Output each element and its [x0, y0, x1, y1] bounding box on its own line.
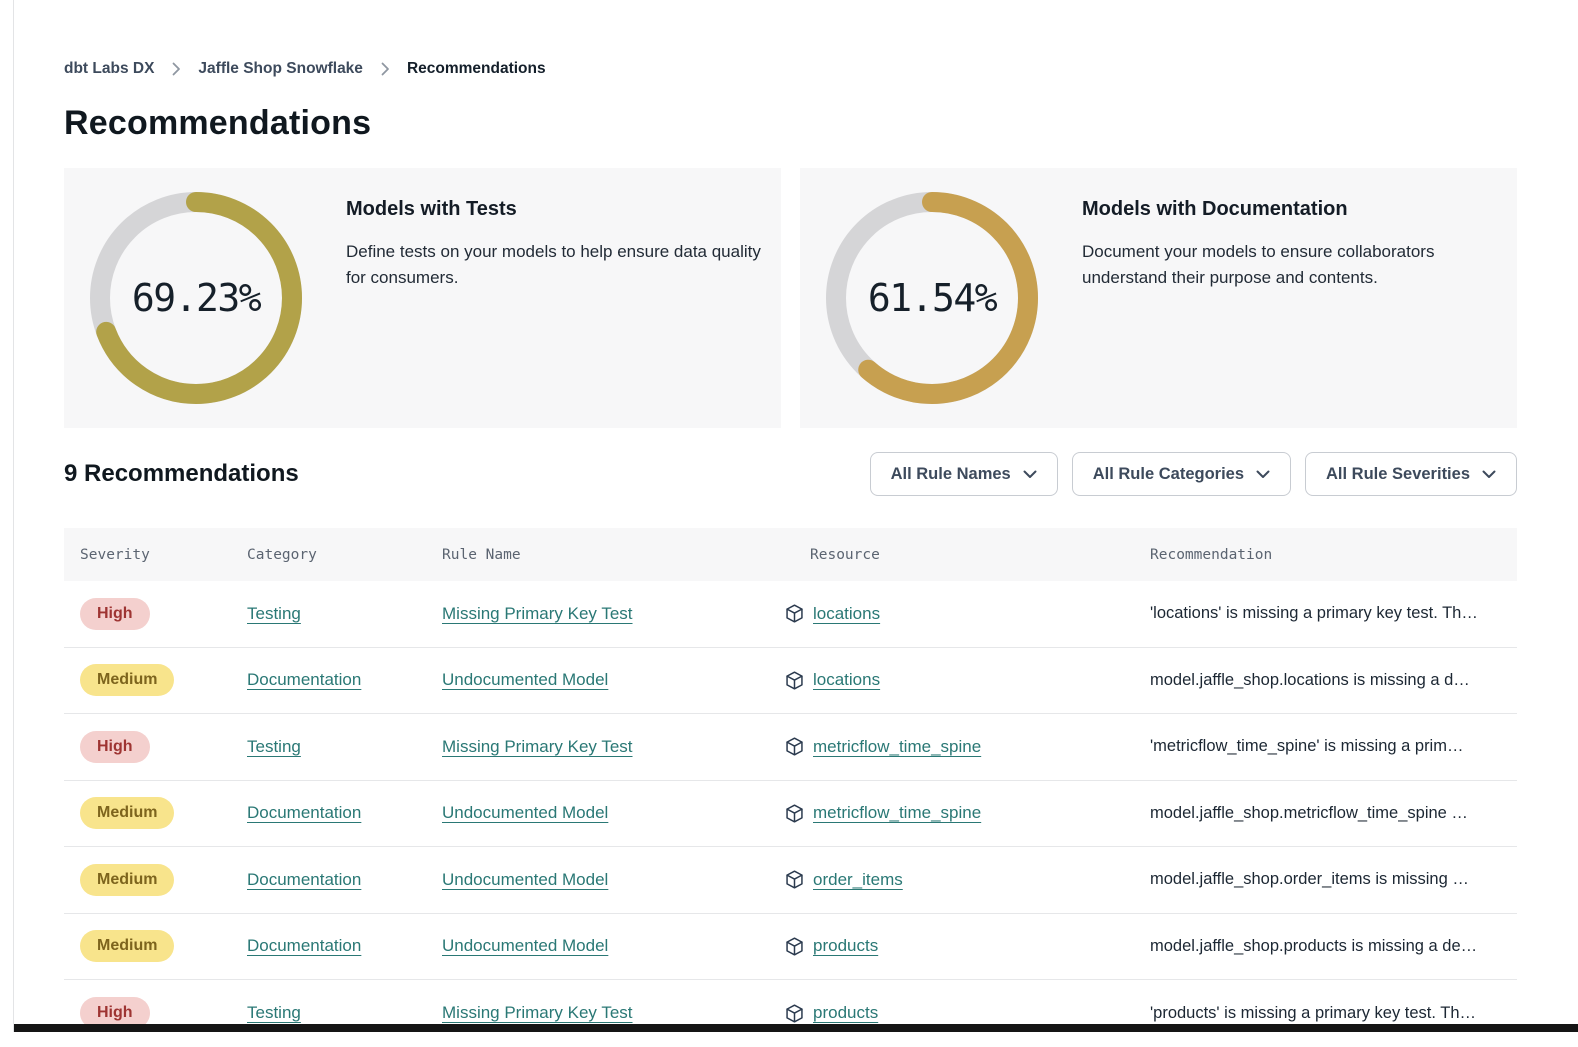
rule-name-link[interactable]: Undocumented Model	[442, 870, 608, 889]
recommendation-text: model.jaffle_shop.locations is missing a…	[1150, 671, 1470, 689]
table-row: Medium Documentation Undocumented Model …	[64, 914, 1517, 981]
resource-link[interactable]: locations	[813, 670, 880, 690]
filter-bar: All Rule Names All Rule Categories All R…	[870, 452, 1517, 496]
rule-name-link[interactable]: Undocumented Model	[442, 803, 608, 822]
table-row: Medium Documentation Undocumented Model …	[64, 648, 1517, 715]
list-header: 9 Recommendations All Rule Names All Rul…	[64, 452, 1517, 496]
category-link[interactable]: Testing	[247, 737, 301, 756]
tests-card-description: Define tests on your models to help ensu…	[346, 239, 781, 292]
chevron-right-icon	[171, 62, 181, 76]
documentation-percent-value: 61.54%	[822, 188, 1042, 408]
severity-badge: Medium	[80, 930, 174, 962]
rule-severities-filter-dropdown[interactable]: All Rule Severities	[1305, 452, 1517, 496]
table-body: High Testing Missing Primary Key Test lo…	[64, 581, 1517, 1047]
chevron-down-icon	[1023, 470, 1037, 479]
recommendations-count: 9 Recommendations	[64, 460, 299, 488]
metric-cards: 69.23% Models with Tests Define tests on…	[64, 168, 1517, 428]
tests-card-title: Models with Tests	[346, 198, 781, 221]
column-header-category: Category	[247, 547, 442, 563]
chevron-right-icon	[380, 62, 390, 76]
model-cube-icon	[784, 869, 805, 890]
rule-name-link[interactable]: Missing Primary Key Test	[442, 604, 633, 623]
column-header-severity: Severity	[64, 547, 247, 563]
resource-link[interactable]: products	[813, 1003, 878, 1023]
documentation-card-description: Document your models to ensure collabora…	[1082, 239, 1454, 292]
breadcrumb-item-project[interactable]: Jaffle Shop Snowflake	[198, 60, 363, 78]
bottom-cutoff-bar	[14, 1024, 1578, 1032]
recommendations-table: Severity Category Rule Name Resource Rec…	[64, 528, 1517, 1047]
rule-names-filter-dropdown[interactable]: All Rule Names	[870, 452, 1058, 496]
severity-badge: Medium	[80, 797, 174, 829]
model-cube-icon	[784, 936, 805, 957]
tests-donut-chart: 69.23%	[86, 188, 306, 408]
breadcrumb-item-recommendations: Recommendations	[407, 60, 546, 78]
chevron-down-icon	[1256, 470, 1270, 479]
model-cube-icon	[784, 1003, 805, 1024]
recommendation-text: 'locations' is missing a primary key tes…	[1150, 604, 1478, 622]
table-row: High Testing Missing Primary Key Test pr…	[64, 980, 1517, 1047]
rule-severities-filter-label: All Rule Severities	[1326, 465, 1470, 484]
chevron-down-icon	[1482, 470, 1496, 479]
rule-name-link[interactable]: Missing Primary Key Test	[442, 1003, 633, 1022]
category-link[interactable]: Testing	[247, 1003, 301, 1022]
page-title: Recommendations	[64, 104, 1517, 143]
column-header-resource: Resource	[784, 547, 1150, 563]
category-link[interactable]: Documentation	[247, 670, 361, 689]
recommendation-text: model.jaffle_shop.metricflow_time_spine …	[1150, 804, 1468, 822]
tests-percent-value: 69.23%	[86, 188, 306, 408]
model-cube-icon	[784, 670, 805, 691]
severity-badge: High	[80, 598, 150, 630]
rule-name-link[interactable]: Undocumented Model	[442, 670, 608, 689]
rule-name-link[interactable]: Missing Primary Key Test	[442, 737, 633, 756]
severity-badge: Medium	[80, 864, 174, 896]
documentation-donut-chart: 61.54%	[822, 188, 1042, 408]
resource-link[interactable]: order_items	[813, 870, 903, 890]
category-link[interactable]: Documentation	[247, 936, 361, 955]
category-link[interactable]: Documentation	[247, 870, 361, 889]
table-header-row: Severity Category Rule Name Resource Rec…	[64, 528, 1517, 581]
rule-categories-filter-label: All Rule Categories	[1093, 465, 1244, 484]
recommendation-text: model.jaffle_shop.products is missing a …	[1150, 937, 1477, 955]
sidebar-divider	[13, 0, 14, 1032]
severity-badge: Medium	[80, 664, 174, 696]
category-link[interactable]: Testing	[247, 604, 301, 623]
recommendation-text: model.jaffle_shop.order_items is missing…	[1150, 870, 1469, 888]
table-row: High Testing Missing Primary Key Test me…	[64, 714, 1517, 781]
severity-badge: High	[80, 731, 150, 763]
model-cube-icon	[784, 603, 805, 624]
recommendation-text: 'metricflow_time_spine' is missing a pri…	[1150, 737, 1463, 755]
table-row: Medium Documentation Undocumented Model …	[64, 781, 1517, 848]
recommendation-text: 'products' is missing a primary key test…	[1150, 1004, 1476, 1022]
rule-names-filter-label: All Rule Names	[891, 465, 1011, 484]
table-row: Medium Documentation Undocumented Model …	[64, 847, 1517, 914]
table-row: High Testing Missing Primary Key Test lo…	[64, 581, 1517, 648]
resource-link[interactable]: products	[813, 936, 878, 956]
models-with-tests-card: 69.23% Models with Tests Define tests on…	[64, 168, 781, 428]
column-header-rule-name: Rule Name	[442, 547, 784, 563]
breadcrumb-item-dbt-labs-dx[interactable]: dbt Labs DX	[64, 60, 154, 78]
models-with-documentation-card: 61.54% Models with Documentation Documen…	[800, 168, 1517, 428]
resource-link[interactable]: metricflow_time_spine	[813, 737, 981, 757]
rule-name-link[interactable]: Undocumented Model	[442, 936, 608, 955]
category-link[interactable]: Documentation	[247, 803, 361, 822]
model-cube-icon	[784, 736, 805, 757]
rule-categories-filter-dropdown[interactable]: All Rule Categories	[1072, 452, 1291, 496]
documentation-card-title: Models with Documentation	[1082, 198, 1454, 221]
resource-link[interactable]: metricflow_time_spine	[813, 803, 981, 823]
main-content: dbt Labs DX Jaffle Shop Snowflake Recomm…	[64, 0, 1517, 1047]
column-header-recommendation: Recommendation	[1150, 547, 1517, 563]
breadcrumb: dbt Labs DX Jaffle Shop Snowflake Recomm…	[64, 60, 1517, 78]
model-cube-icon	[784, 803, 805, 824]
resource-link[interactable]: locations	[813, 604, 880, 624]
